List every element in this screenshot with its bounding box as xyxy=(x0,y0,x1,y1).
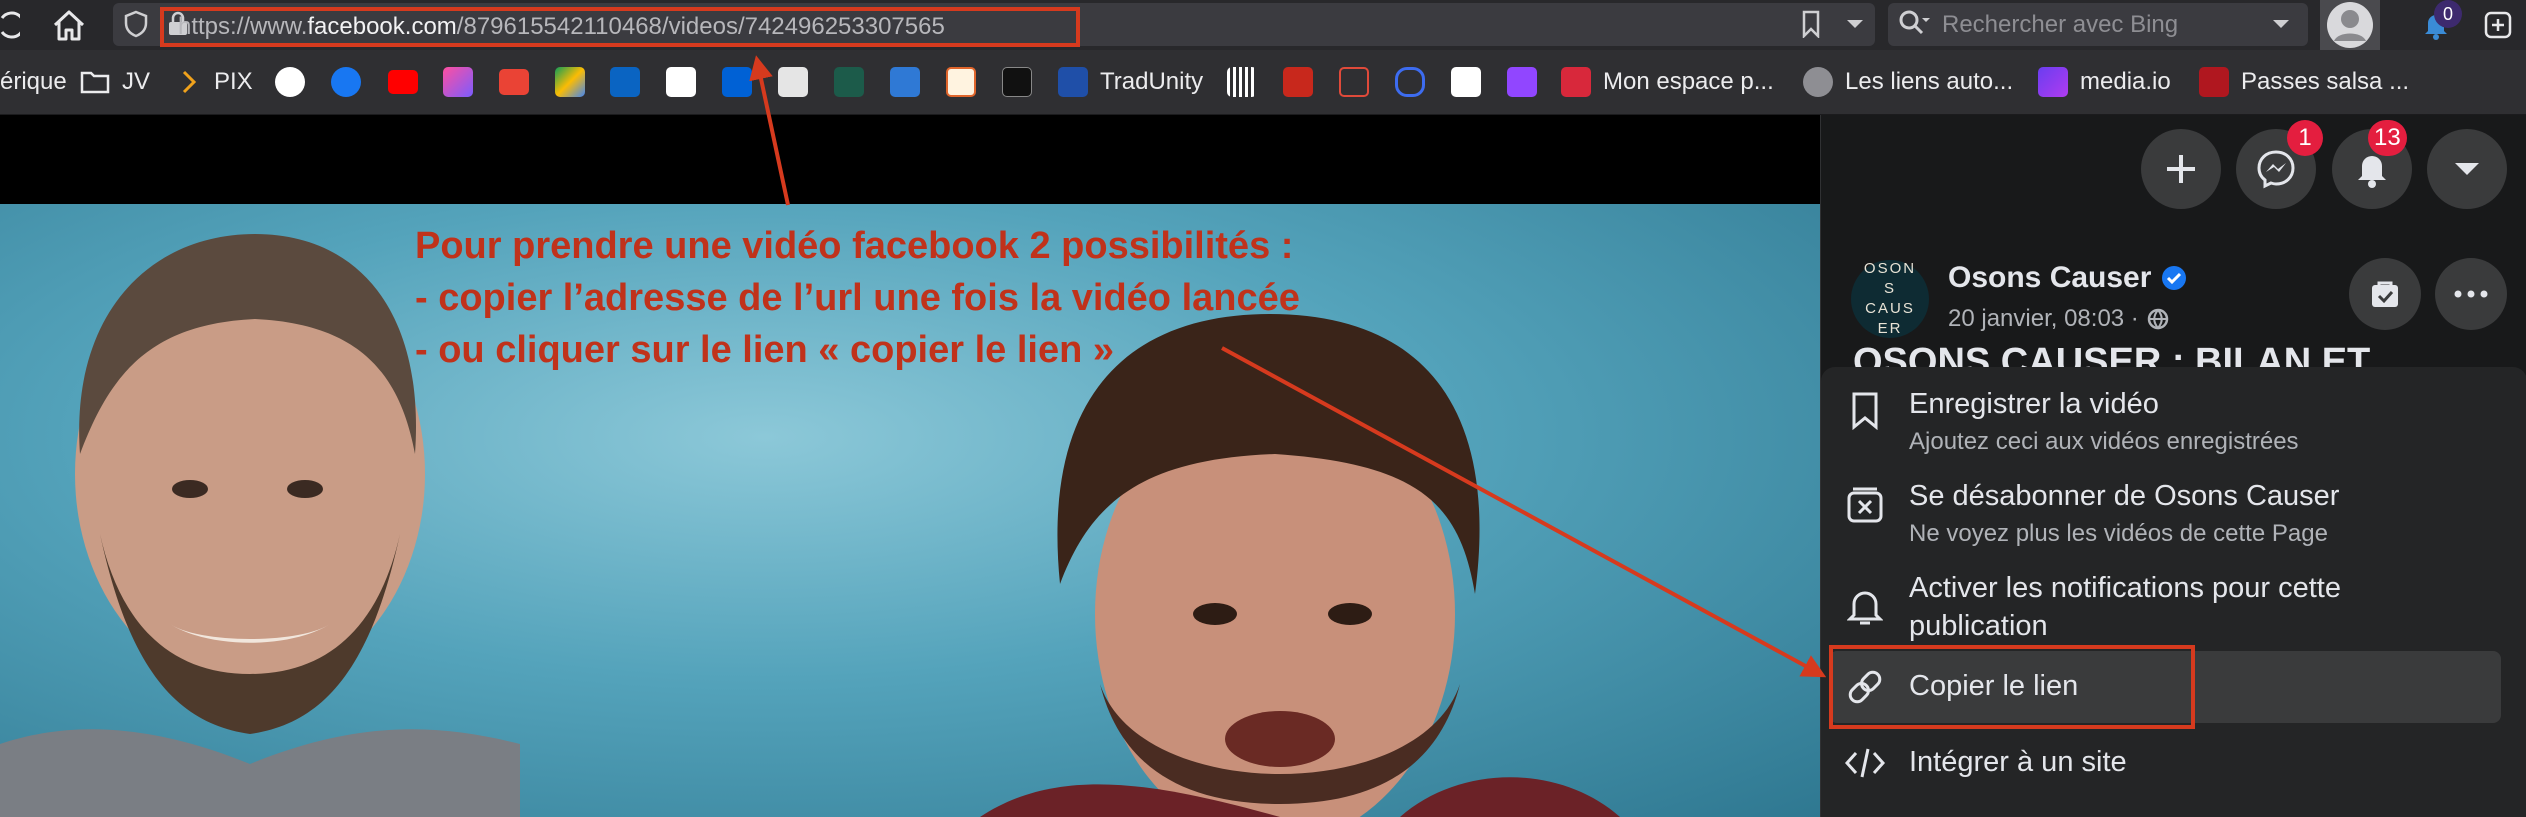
playstation-icon[interactable] xyxy=(890,67,920,97)
create-button[interactable] xyxy=(2141,129,2221,209)
bookmark-les-liens[interactable]: Les liens auto... xyxy=(1803,64,2013,100)
twitch-icon[interactable] xyxy=(1507,67,1537,97)
infinity-icon[interactable] xyxy=(1395,67,1425,97)
notifications-badge: 13 xyxy=(2368,120,2407,156)
edx-icon[interactable] xyxy=(1451,67,1481,97)
url-dropdown-icon[interactable] xyxy=(1840,5,1870,43)
messenger-icon xyxy=(2257,150,2295,189)
page-name[interactable]: Osons Causer xyxy=(1948,261,2151,295)
search-bar[interactable]: Rechercher avec Bing xyxy=(1888,3,2308,46)
menu-item-embed[interactable]: Intégrer à un site xyxy=(1829,727,2501,799)
amazon-icon[interactable] xyxy=(666,67,696,97)
save-post-button[interactable] xyxy=(2349,258,2421,330)
reload-icon[interactable] xyxy=(0,6,20,44)
google-drive-icon[interactable] xyxy=(555,67,585,97)
bookmark-icon xyxy=(1843,389,1887,433)
copy-link-highlight-box xyxy=(1829,645,2195,729)
extension-icon[interactable] xyxy=(2478,6,2518,44)
post-options-menu: Enregistrer la vidéo Ajoutez ceci aux vi… xyxy=(1821,367,2526,817)
u-icon[interactable] xyxy=(1339,67,1369,97)
post-title: OSONS CAUSER : BILAN ET xyxy=(1853,341,2371,367)
more-options-button[interactable] xyxy=(2435,258,2507,330)
shield-bookmark-icon[interactable] xyxy=(1283,67,1313,97)
outlook-icon[interactable] xyxy=(610,67,640,97)
account-menu-button[interactable] xyxy=(2427,129,2507,209)
app-bookmark-icon[interactable] xyxy=(443,67,473,97)
menu-item-save-video[interactable]: Enregistrer la vidéo Ajoutez ceci aux vi… xyxy=(1829,381,2501,467)
bag-check-icon xyxy=(2372,281,2398,307)
toolbar-badge: 0 xyxy=(2434,0,2462,28)
tutorial-annotation: Pour prendre une vidéo facebook 2 possib… xyxy=(415,220,1300,376)
bell-icon xyxy=(1843,585,1887,629)
post-meta: 20 janvier, 08:03 · xyxy=(1948,305,2169,333)
unfollow-icon xyxy=(1843,483,1887,527)
media-io-icon xyxy=(2038,67,2068,97)
menu-item-notifications[interactable]: Activer les notifications pour cette pub… xyxy=(1829,565,2501,651)
bookmark-media-io[interactable]: media.io xyxy=(2038,64,2171,100)
bookmark-folder-jv[interactable]: JV xyxy=(80,64,150,100)
url-text[interactable]: https://www.facebook.com/879615542110468… xyxy=(178,13,945,41)
annotation-line-2: - copier l’adresse de l’url une fois la … xyxy=(415,277,1300,319)
bookmarks-bar: érique JV PIX TradUnity Mon espace p... … xyxy=(0,50,2526,115)
menu-item-title: Enregistrer la vidéo xyxy=(1909,388,2159,420)
profile-avatar[interactable] xyxy=(2320,0,2380,50)
url-highlight-box: https://www.facebook.com/879615542110468… xyxy=(160,7,1080,47)
folder-icon xyxy=(80,71,110,94)
page-name-row: Osons Causer xyxy=(1948,261,2187,295)
avatar-text: OSONS CAUSER xyxy=(1863,260,1917,337)
video-top-band xyxy=(0,115,1820,204)
search-icon xyxy=(1894,5,1934,43)
bookmark-mon-espace[interactable]: Mon espace p... xyxy=(1561,64,1774,100)
page-avatar[interactable]: OSONS CAUSER xyxy=(1851,260,1929,338)
menu-item-title: Activer les notifications pour cette pub… xyxy=(1909,572,2341,642)
google-icon[interactable] xyxy=(275,67,305,97)
bookmark-folder-pix[interactable]: PIX xyxy=(180,64,253,100)
dc-trad-icon[interactable] xyxy=(1002,67,1032,97)
menu-item-subtitle: Ajoutez ceci aux vidéos enregistrées xyxy=(1909,428,2299,455)
menu-item-unfollow[interactable]: Se désabonner de Osons Causer Ne voyez p… xyxy=(1829,473,2501,559)
sg-icon xyxy=(2199,67,2229,97)
globe-icon xyxy=(2147,308,2169,330)
bookmark-star-icon[interactable] xyxy=(1796,5,1826,43)
code-icon xyxy=(1843,741,1887,785)
more-dots-icon xyxy=(2454,290,2488,298)
search-placeholder: Rechercher avec Bing xyxy=(1942,10,2179,38)
bookmark-passes-salsa[interactable]: Passes salsa ... xyxy=(2199,64,2409,100)
app-hex-icon[interactable] xyxy=(834,67,864,97)
browser-toolbar: https://www.facebook.com/879615542110468… xyxy=(0,0,2526,50)
caret-down-icon xyxy=(2455,163,2479,175)
bookmark-tradunity[interactable]: TradUnity xyxy=(1058,64,1203,100)
gmail-icon[interactable] xyxy=(499,69,529,95)
box-icon[interactable] xyxy=(722,67,752,97)
chevron-right-icon xyxy=(182,70,197,94)
home-icon[interactable] xyxy=(48,6,90,44)
tradunity-icon xyxy=(1058,67,1088,97)
facebook-icon[interactable] xyxy=(331,67,361,97)
menu-item-title: Se désabonner de Osons Causer xyxy=(1909,480,2340,512)
url-bar[interactable]: https://www.facebook.com/879615542110468… xyxy=(113,3,1875,47)
annotation-line-1: Pour prendre une vidéo facebook 2 possib… xyxy=(415,225,1294,267)
annotation-line-3: - ou cliquer sur le lien « copier le lie… xyxy=(415,329,1114,371)
menu-item-title: Intégrer à un site xyxy=(1909,746,2127,778)
fe-icon[interactable] xyxy=(778,67,808,97)
search-engine-dropdown-icon[interactable] xyxy=(2266,5,2296,43)
youtube-icon[interactable] xyxy=(388,70,418,94)
post-date[interactable]: 20 janvier, 08:03 · xyxy=(1948,305,2139,333)
barcode-icon[interactable] xyxy=(1227,67,1257,97)
e-icon[interactable] xyxy=(946,67,976,97)
menu-item-subtitle: Ne voyez plus les vidéos de cette Page xyxy=(1909,520,2328,547)
plus-icon xyxy=(2167,155,2195,183)
globe-icon xyxy=(1803,67,1833,97)
messenger-badge: 1 xyxy=(2287,120,2323,156)
bookmark-folder-erique[interactable]: érique xyxy=(0,64,67,100)
profile-icon xyxy=(1561,67,1591,97)
verified-badge-icon xyxy=(2162,266,2187,290)
shield-icon[interactable] xyxy=(121,5,151,43)
